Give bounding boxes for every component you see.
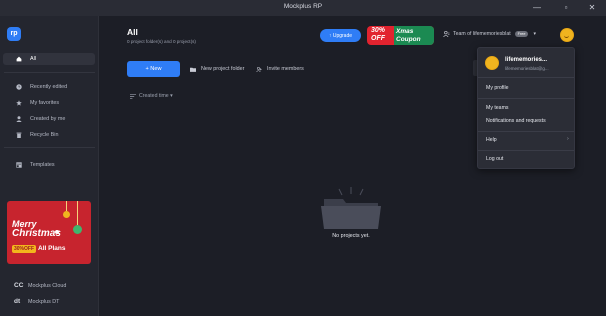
promo-offer: 30%OFF All Plans <box>12 244 65 253</box>
sidebar-item-created-by-me[interactable]: Created by me <box>3 113 95 125</box>
page-title: All <box>127 27 138 37</box>
coupon-discount: 30% OFF <box>371 27 386 42</box>
upgrade-button[interactable]: ↑ Upgrade <box>320 29 361 42</box>
app-window: Mockplus RP — ▫ ✕ rp All Recently edited… <box>0 0 606 316</box>
team-icon <box>443 31 450 37</box>
menu-item-notifications[interactable]: Notifications and requests <box>486 118 546 124</box>
footer-link-label: Mockplus Cloud <box>28 282 67 289</box>
new-project-folder-label: New project folder <box>201 66 245 72</box>
mockplus-cloud-link[interactable]: CC Mockplus Cloud <box>14 282 66 289</box>
chevron-right-icon: › <box>567 136 569 142</box>
user-icon <box>16 116 22 122</box>
empty-state-message: No projects yet. <box>332 233 370 239</box>
team-switcher[interactable]: Team of lifememoriesblat Free ▾ <box>443 31 536 37</box>
sort-icon <box>130 93 136 99</box>
menu-item-my-teams[interactable]: My teams <box>486 105 508 111</box>
sidebar-item-recently-edited[interactable]: Recently edited <box>3 81 95 93</box>
coupon-label: Xmas Coupon <box>396 28 421 43</box>
mockplus-cloud-icon: CC <box>14 282 24 289</box>
sidebar-item-label: Created by me <box>30 116 66 122</box>
plan-badge: Free <box>514 31 529 37</box>
avatar[interactable] <box>560 28 574 42</box>
new-project-folder-button[interactable]: New project folder <box>190 66 244 72</box>
user-email: lifememoriesblat@g... <box>505 66 549 71</box>
ornament-icon <box>73 225 82 234</box>
sidebar-item-templates[interactable]: Templates <box>3 159 95 171</box>
close-icon[interactable]: ✕ <box>585 2 599 13</box>
maximize-icon[interactable]: ▫ <box>559 2 573 13</box>
sort-dropdown[interactable]: Created time ▾ <box>130 93 173 99</box>
sidebar: rp All Recently edited My favorites Crea… <box>0 16 99 316</box>
sidebar-item-label: All <box>30 56 36 62</box>
sidebar-item-favorites[interactable]: My favorites <box>3 97 95 109</box>
window-title: Mockplus RP <box>283 3 323 10</box>
app-logo[interactable]: rp <box>7 27 21 41</box>
mockplus-dt-link[interactable]: dt Mockplus DT <box>14 298 59 305</box>
ornament-icon <box>63 211 70 218</box>
empty-folder-icon <box>321 187 381 229</box>
new-button[interactable]: + New <box>127 61 180 77</box>
sidebar-item-recycle-bin[interactable]: Recycle Bin <box>3 129 95 141</box>
user-menu: lifememories... lifememoriesblat@g... My… <box>477 47 575 169</box>
sidebar-divider <box>4 72 95 73</box>
xmas-coupon-button[interactable]: 30% OFF Xmas Coupon <box>367 26 434 45</box>
invite-members-label: Invite members <box>267 66 304 72</box>
template-icon <box>16 162 22 168</box>
sidebar-item-label: Templates <box>30 162 55 168</box>
invite-members-button[interactable]: Invite members <box>256 66 304 72</box>
title-bar: Mockplus RP — ▫ ✕ <box>0 0 606 16</box>
user-name: lifememories... <box>505 57 548 63</box>
promo-plans: All Plans <box>38 245 66 252</box>
page-subtitle: 0 project folder(s) and 0 project(s) <box>127 39 196 44</box>
chevron-down-icon: ▾ <box>533 31 536 37</box>
menu-item-help[interactable]: Help <box>486 137 497 143</box>
sidebar-item-label: My favorites <box>30 100 60 106</box>
menu-divider <box>478 150 574 151</box>
user-menu-header: lifememories... lifememoriesblat@g... <box>478 48 574 78</box>
mockplus-dt-icon: dt <box>14 298 21 305</box>
sidebar-item-label: Recycle Bin <box>30 132 59 138</box>
trash-icon <box>16 132 22 138</box>
menu-divider <box>478 98 574 99</box>
sidebar-item-all[interactable]: All <box>3 53 95 65</box>
avatar <box>485 56 499 70</box>
footer-link-label: Mockplus DT <box>28 298 60 305</box>
clock-icon <box>16 84 22 90</box>
minimize-icon[interactable]: — <box>530 2 544 13</box>
home-icon <box>16 56 22 62</box>
invite-icon <box>256 66 262 72</box>
star-icon <box>16 100 22 106</box>
christmas-promo-banner[interactable]: Merry Christmas 30%OFF All Plans <box>7 201 91 264</box>
menu-item-my-profile[interactable]: My profile <box>486 85 509 91</box>
menu-item-log-out[interactable]: Log out <box>486 156 503 162</box>
promo-line-christmas: Christmas <box>12 228 61 239</box>
sidebar-item-label: Recently edited <box>30 84 68 90</box>
menu-divider <box>478 131 574 132</box>
folder-icon <box>190 67 196 72</box>
sidebar-divider <box>4 147 95 148</box>
sort-label: Created time ▾ <box>139 93 173 99</box>
team-name: Team of lifememoriesblat <box>453 31 511 37</box>
promo-discount: 30%OFF <box>12 244 37 253</box>
